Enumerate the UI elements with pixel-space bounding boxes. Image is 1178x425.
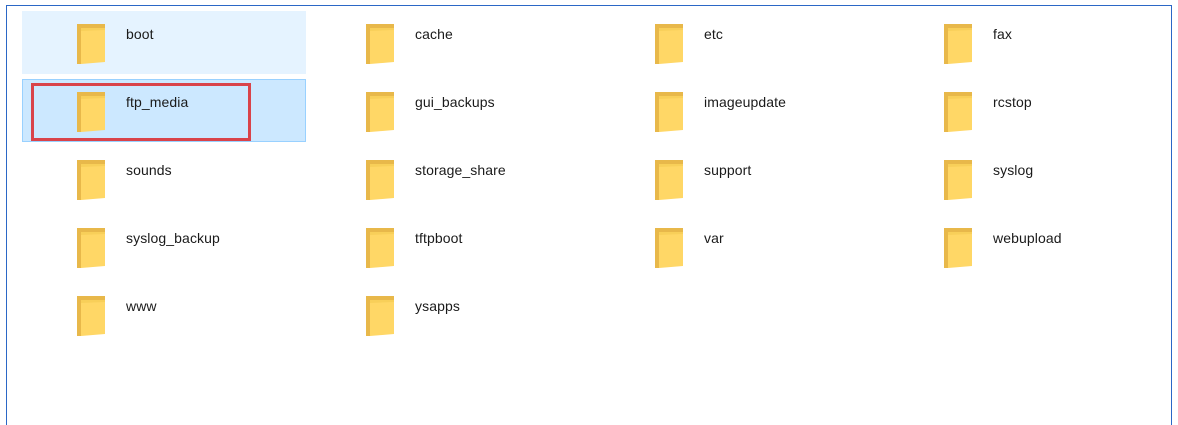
- folder-icon: [942, 226, 974, 270]
- folder-grid: boot cache etc fax ftp_media gui_backups…: [22, 11, 1178, 351]
- folder-icon: [942, 158, 974, 202]
- folder-icon: [653, 90, 685, 134]
- folder-icon: [75, 158, 107, 202]
- folder-label: webupload: [993, 230, 1062, 246]
- folder-label: var: [704, 230, 724, 246]
- folder-icon: [653, 226, 685, 270]
- folder-icon: [942, 90, 974, 134]
- folder-label: www: [126, 298, 157, 314]
- folder-icon: [75, 22, 107, 66]
- folder-label: ysapps: [415, 298, 460, 314]
- folder-icon: [942, 22, 974, 66]
- folder-icon: [364, 226, 396, 270]
- folder-label: syslog: [993, 162, 1034, 178]
- folder-icon: [364, 22, 396, 66]
- folder-item-boot[interactable]: boot: [22, 11, 306, 74]
- folder-label: imageupdate: [704, 94, 787, 110]
- folder-label: boot: [126, 26, 154, 42]
- folder-icon: [364, 90, 396, 134]
- folder-item-www[interactable]: www: [22, 283, 306, 346]
- file-list-pane[interactable]: boot cache etc fax ftp_media gui_backups…: [6, 5, 1172, 425]
- folder-item-syslog[interactable]: syslog: [889, 147, 1173, 210]
- folder-item-ysapps[interactable]: ysapps: [311, 283, 595, 346]
- folder-label: storage_share: [415, 162, 506, 178]
- folder-item-sounds[interactable]: sounds: [22, 147, 306, 210]
- folder-label: ftp_media: [126, 94, 189, 110]
- folder-label: tftpboot: [415, 230, 463, 246]
- folder-item-imageupdate[interactable]: imageupdate: [600, 79, 884, 142]
- folder-item-webupload[interactable]: webupload: [889, 215, 1173, 278]
- folder-label: rcstop: [993, 94, 1032, 110]
- folder-icon: [364, 158, 396, 202]
- folder-icon: [75, 294, 107, 338]
- folder-item-tftpboot[interactable]: tftpboot: [311, 215, 595, 278]
- folder-item-cache[interactable]: cache: [311, 11, 595, 74]
- folder-label: fax: [993, 26, 1012, 42]
- folder-item-syslog-backup[interactable]: syslog_backup: [22, 215, 306, 278]
- folder-icon: [653, 22, 685, 66]
- folder-icon: [364, 294, 396, 338]
- annotation-highlight-box: [31, 83, 251, 141]
- folder-label: gui_backups: [415, 94, 495, 110]
- folder-item-etc[interactable]: etc: [600, 11, 884, 74]
- folder-icon: [653, 158, 685, 202]
- folder-label: etc: [704, 26, 723, 42]
- folder-item-ftp-media[interactable]: ftp_media: [22, 79, 306, 142]
- folder-label: cache: [415, 26, 453, 42]
- folder-icon: [75, 90, 107, 134]
- folder-item-rcstop[interactable]: rcstop: [889, 79, 1173, 142]
- folder-item-storage-share[interactable]: storage_share: [311, 147, 595, 210]
- folder-item-gui-backups[interactable]: gui_backups: [311, 79, 595, 142]
- folder-label: syslog_backup: [126, 230, 220, 246]
- folder-label: sounds: [126, 162, 172, 178]
- folder-item-var[interactable]: var: [600, 215, 884, 278]
- folder-label: support: [704, 162, 752, 178]
- folder-item-support[interactable]: support: [600, 147, 884, 210]
- folder-icon: [75, 226, 107, 270]
- folder-item-fax[interactable]: fax: [889, 11, 1173, 74]
